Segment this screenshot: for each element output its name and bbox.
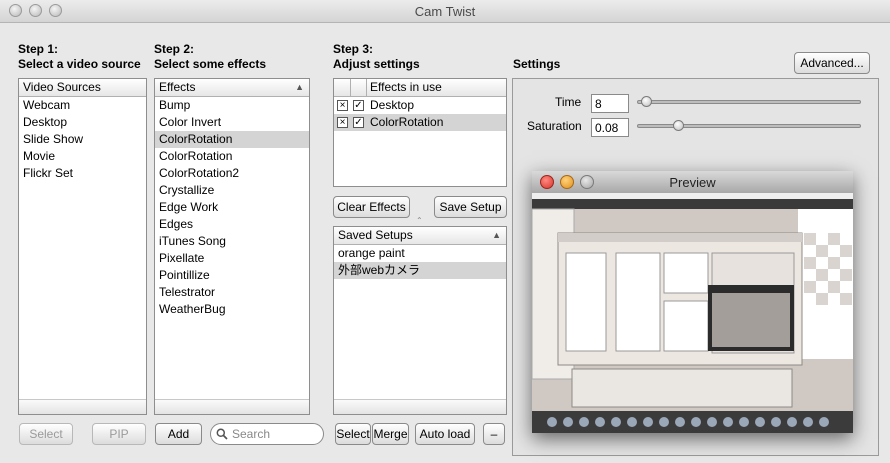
saturation-slider-thumb[interactable]: [673, 120, 685, 131]
step1-heading: Step 1: Select a video source: [18, 42, 141, 72]
time-label: Time: [555, 95, 582, 109]
effects-rows: Bump Color Invert ColorRotation ColorRotati…: [155, 97, 309, 318]
step2-instruction: Select some effects: [154, 57, 267, 71]
video-sources-scrollbar[interactable]: [19, 399, 146, 414]
remove-effect-icon[interactable]: ×: [337, 100, 348, 111]
saved-setups-rows: orange paint 外部webカメラ: [334, 245, 506, 279]
time-slider-thumb[interactable]: [641, 96, 653, 107]
video-sources-header[interactable]: Video Sources: [19, 79, 146, 97]
step3-heading: Step 3: Adjust settings: [333, 42, 420, 72]
search-icon: [216, 428, 228, 440]
list-item[interactable]: Edge Work: [155, 199, 309, 216]
list-item[interactable]: Desktop: [19, 114, 146, 131]
list-item[interactable]: 外部webカメラ: [334, 262, 506, 279]
effect-in-use-row[interactable]: × ✓ Desktop: [334, 97, 506, 114]
effect-in-use-row[interactable]: × ✓ ColorRotation: [334, 114, 506, 131]
list-item[interactable]: Webcam: [19, 97, 146, 114]
list-item[interactable]: Flickr Set: [19, 165, 146, 182]
pip-button[interactable]: PIP: [92, 423, 146, 445]
saved-setups-list[interactable]: Saved Setups ▲ orange paint 外部webカメラ: [333, 226, 507, 415]
enable-effect-checkbox[interactable]: ✓: [353, 100, 364, 111]
preview-video-frame: [532, 193, 853, 433]
enable-effect-checkbox[interactable]: ✓: [353, 117, 364, 128]
column-divider: [350, 79, 351, 96]
settings-heading: Settings: [513, 57, 561, 71]
effect-in-use-label: Desktop: [370, 98, 415, 112]
list-item[interactable]: Movie: [19, 148, 146, 165]
remove-setup-button[interactable]: –: [483, 423, 505, 445]
list-item[interactable]: Pixellate: [155, 250, 309, 267]
effects-search-field[interactable]: [210, 423, 324, 445]
saved-setups-header[interactable]: Saved Setups ▲: [334, 227, 506, 245]
step2-number: Step 2:: [154, 42, 195, 56]
splitter-handle-icon[interactable]: ⌃: [416, 216, 423, 225]
sort-up-triangle-icon: ▲: [492, 230, 501, 240]
list-item[interactable]: Bump: [155, 97, 309, 114]
list-item[interactable]: Crystallize: [155, 182, 309, 199]
clear-effects-button[interactable]: Clear Effects: [333, 196, 410, 218]
list-item[interactable]: WeatherBug: [155, 301, 309, 318]
saturation-field[interactable]: [591, 118, 629, 137]
remove-effect-icon[interactable]: ×: [337, 117, 348, 128]
list-item[interactable]: Telestrator: [155, 284, 309, 301]
time-slider-track[interactable]: [637, 100, 861, 104]
effects-in-use-header[interactable]: Effects in use: [334, 79, 506, 97]
time-field[interactable]: [591, 94, 629, 113]
preview-window[interactable]: Preview: [532, 171, 853, 433]
add-effect-button[interactable]: Add: [155, 423, 202, 445]
window-title: Cam Twist: [414, 4, 476, 19]
effects-in-use-list[interactable]: Effects in use × ✓ Desktop × ✓ ColorRotation: [333, 78, 507, 187]
saturation-slider-track[interactable]: [637, 124, 861, 128]
step3-number: Step 3:: [333, 42, 374, 56]
select-setup-button[interactable]: Select: [335, 423, 371, 445]
list-item[interactable]: Pointillize: [155, 267, 309, 284]
select-source-button[interactable]: Select: [19, 423, 73, 445]
preview-title: Preview: [669, 175, 716, 190]
merge-setup-button[interactable]: Merge: [372, 423, 409, 445]
desktop-capture-image: [532, 193, 853, 433]
effects-header[interactable]: Effects ▲: [155, 79, 309, 97]
preview-titlebar[interactable]: Preview: [532, 171, 853, 194]
column-divider: [366, 79, 367, 96]
list-item[interactable]: orange paint: [334, 245, 506, 262]
search-input[interactable]: [230, 426, 320, 442]
saturation-label: Saturation: [527, 119, 582, 133]
list-item[interactable]: iTunes Song: [155, 233, 309, 250]
effects-header-label: Effects: [159, 80, 196, 94]
effect-in-use-label: ColorRotation: [370, 115, 444, 129]
sort-up-triangle-icon: ▲: [295, 82, 304, 92]
save-setup-button[interactable]: Save Setup: [434, 196, 507, 218]
auto-load-button[interactable]: Auto load: [415, 423, 475, 445]
effects-scrollbar[interactable]: [155, 399, 309, 414]
step1-instruction: Select a video source: [18, 57, 141, 71]
step1-number: Step 1:: [18, 42, 59, 56]
saved-setups-scrollbar[interactable]: [334, 399, 506, 414]
list-item[interactable]: ColorRotation: [155, 131, 309, 148]
effects-in-use-rows: × ✓ Desktop × ✓ ColorRotation: [334, 97, 506, 131]
window-titlebar: Cam Twist: [0, 0, 890, 23]
list-item[interactable]: Edges: [155, 216, 309, 233]
list-item[interactable]: Color Invert: [155, 114, 309, 131]
list-item[interactable]: ColorRotation: [155, 148, 309, 165]
saved-setups-header-label: Saved Setups: [338, 228, 413, 242]
effects-list[interactable]: Effects ▲ Bump Color Invert ColorRotation C…: [154, 78, 310, 415]
video-sources-rows: Webcam Desktop Slide Show Movie Flickr Set: [19, 97, 146, 182]
video-sources-list[interactable]: Video Sources Webcam Desktop Slide Show Mov…: [18, 78, 147, 415]
step2-heading: Step 2: Select some effects: [154, 42, 266, 72]
step3-instruction: Adjust settings: [333, 57, 420, 71]
list-item[interactable]: ColorRotation2: [155, 165, 309, 182]
advanced-button[interactable]: Advanced...: [794, 52, 870, 74]
list-item[interactable]: Slide Show: [19, 131, 146, 148]
